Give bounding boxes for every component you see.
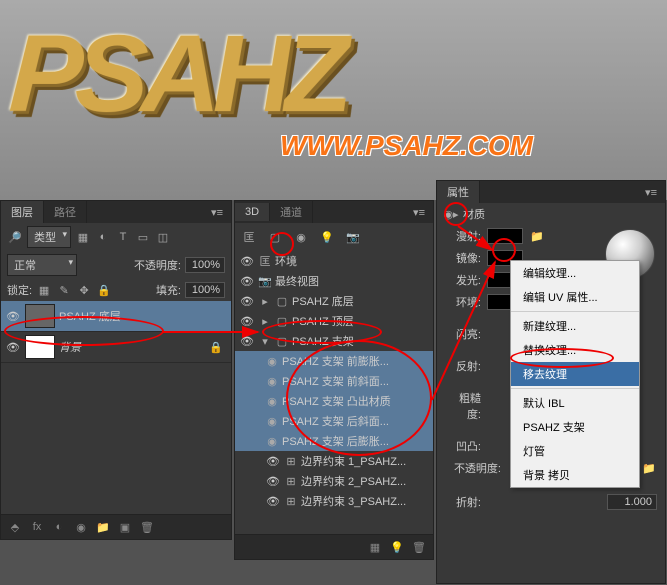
layer-item-bg[interactable]: 👁 背景 🔒: [1, 332, 231, 363]
material-label: 材质: [463, 206, 485, 222]
opacity-label: 不透明度:: [134, 257, 181, 273]
lock-label: 锁定:: [7, 282, 32, 298]
filter-pixel-icon[interactable]: ▦: [75, 229, 91, 245]
render-icon[interactable]: ▦: [367, 539, 383, 555]
tree-item[interactable]: ◉PSAHZ 支架 前膨胀...: [235, 351, 433, 371]
lock-icon: 🔒: [209, 341, 223, 354]
adjustment-icon[interactable]: ◉: [73, 519, 89, 535]
texture-context-menu: 编辑纹理... 编辑 UV 属性... 新建纹理... 替换纹理... 移去纹理…: [510, 260, 640, 488]
panel-menu-icon[interactable]: ▾≡: [203, 206, 231, 219]
link-icon[interactable]: ⬘: [7, 519, 23, 535]
menu-edit-texture[interactable]: 编辑纹理...: [511, 261, 639, 285]
menu-psahz-frame[interactable]: PSAHZ 支架: [511, 415, 639, 439]
menu-bg-copy[interactable]: 背景 拷贝: [511, 463, 639, 487]
filter-text-icon[interactable]: T: [115, 229, 131, 245]
menu-edit-uv[interactable]: 编辑 UV 属性...: [511, 285, 639, 309]
viewport-3d[interactable]: PSAHZ WWW.PSAHZ.COM: [0, 0, 667, 200]
folder-icon[interactable]: 📁: [641, 460, 657, 476]
search-icon[interactable]: 🔎: [7, 229, 23, 245]
tree-item[interactable]: 👁▸▢PSAHZ 底层: [235, 291, 433, 311]
filter-smart-icon[interactable]: ◫: [155, 229, 171, 245]
filter-shape-icon[interactable]: ▭: [135, 229, 151, 245]
layer-name: 背景: [59, 339, 81, 355]
tab-3d[interactable]: 3D: [235, 203, 270, 221]
menu-replace-texture[interactable]: 替换纹理...: [511, 338, 639, 362]
texture-menu-icon[interactable]: 📁: [529, 228, 545, 244]
filter-light-icon[interactable]: 💡: [319, 229, 335, 245]
layer-thumb[interactable]: [25, 335, 55, 359]
lock-all-icon[interactable]: 🔒: [96, 282, 112, 298]
menu-remove-texture[interactable]: 移去纹理: [511, 362, 639, 386]
tree-item[interactable]: 👁▾▢PSAHZ 支架: [235, 331, 433, 351]
group-icon[interactable]: 📁: [95, 519, 111, 535]
layers-panel: 图层 路径 ▾≡ 🔎 类型 ▦ ◐ T ▭ ◫ 正常 不透明度: 100% 锁定…: [0, 200, 232, 540]
filter-mesh-icon[interactable]: ▢: [267, 229, 283, 245]
mask-icon[interactable]: ◐: [51, 519, 67, 535]
blend-mode-dropdown[interactable]: 正常: [7, 254, 77, 276]
panel-menu-icon[interactable]: ▾≡: [637, 186, 665, 199]
filter-camera-icon[interactable]: 📷: [345, 229, 361, 245]
trash-icon[interactable]: 🗑: [411, 539, 427, 555]
layer-item-psahz[interactable]: 👁 PSAHZ 底层: [1, 301, 231, 332]
three-d-panel: 3D 通道 ▾≡ 匡 ▢ ◉ 💡 📷 👁匡环境 👁📷最终视图 👁▸▢PSAHZ …: [234, 200, 434, 560]
refraction-input[interactable]: 1.000: [607, 494, 657, 510]
material-icon[interactable]: ◉▸: [443, 206, 459, 222]
diffuse-swatch[interactable]: [487, 228, 523, 244]
lock-pixels-icon[interactable]: ✎: [56, 282, 72, 298]
new-light-icon[interactable]: 💡: [389, 539, 405, 555]
filter-adjust-icon[interactable]: ◐: [95, 229, 111, 245]
tree-item[interactable]: 👁📷最终视图: [235, 271, 433, 291]
trash-icon[interactable]: 🗑: [139, 519, 155, 535]
fx-icon[interactable]: fx: [29, 519, 45, 535]
tree-item[interactable]: 👁⊞边界约束 1_PSAHZ...: [235, 451, 433, 471]
tab-channels[interactable]: 通道: [270, 201, 313, 223]
tab-layers[interactable]: 图层: [1, 201, 44, 223]
fill-input[interactable]: 100%: [185, 282, 225, 298]
menu-default-ibl[interactable]: 默认 IBL: [511, 391, 639, 415]
opacity-input[interactable]: 100%: [185, 257, 225, 273]
tree-item[interactable]: 👁⊞边界约束 2_PSAHZ...: [235, 471, 433, 491]
watermark: WWW.PSAHZ.COM: [280, 130, 533, 162]
visibility-icon[interactable]: 👁: [5, 310, 21, 323]
panel-menu-icon[interactable]: ▾≡: [405, 206, 433, 219]
tree-item[interactable]: ◉PSAHZ 支架 后斜面...: [235, 411, 433, 431]
tab-paths[interactable]: 路径: [44, 201, 87, 223]
filter-material-icon[interactable]: ◉: [293, 229, 309, 245]
tree-item[interactable]: 👁匡环境: [235, 251, 433, 271]
tree-item[interactable]: 👁⊞边界约束 3_PSAHZ...: [235, 491, 433, 511]
menu-new-texture[interactable]: 新建纹理...: [511, 314, 639, 338]
tree-item[interactable]: ◉PSAHZ 支架 前斜面...: [235, 371, 433, 391]
filter-scene-icon[interactable]: 匡: [241, 229, 257, 245]
visibility-icon[interactable]: 👁: [5, 341, 21, 354]
menu-light-tube[interactable]: 灯管: [511, 439, 639, 463]
text3d-render: PSAHZ: [6, 12, 346, 138]
lock-position-icon[interactable]: ✥: [76, 282, 92, 298]
filter-type-dropdown[interactable]: 类型: [27, 226, 71, 248]
tree-item[interactable]: ◉PSAHZ 支架 凸出材质: [235, 391, 433, 411]
fill-label: 填充:: [156, 282, 181, 298]
tree-item[interactable]: ◉PSAHZ 支架 后膨胀...: [235, 431, 433, 451]
tree-item[interactable]: 👁▸▢PSAHZ 顶层: [235, 311, 433, 331]
new-layer-icon[interactable]: ▣: [117, 519, 133, 535]
lock-transparent-icon[interactable]: ▦: [36, 282, 52, 298]
tab-properties[interactable]: 属性: [437, 181, 480, 203]
layer-name: PSAHZ 底层: [59, 308, 121, 324]
layer-thumb[interactable]: [25, 304, 55, 328]
